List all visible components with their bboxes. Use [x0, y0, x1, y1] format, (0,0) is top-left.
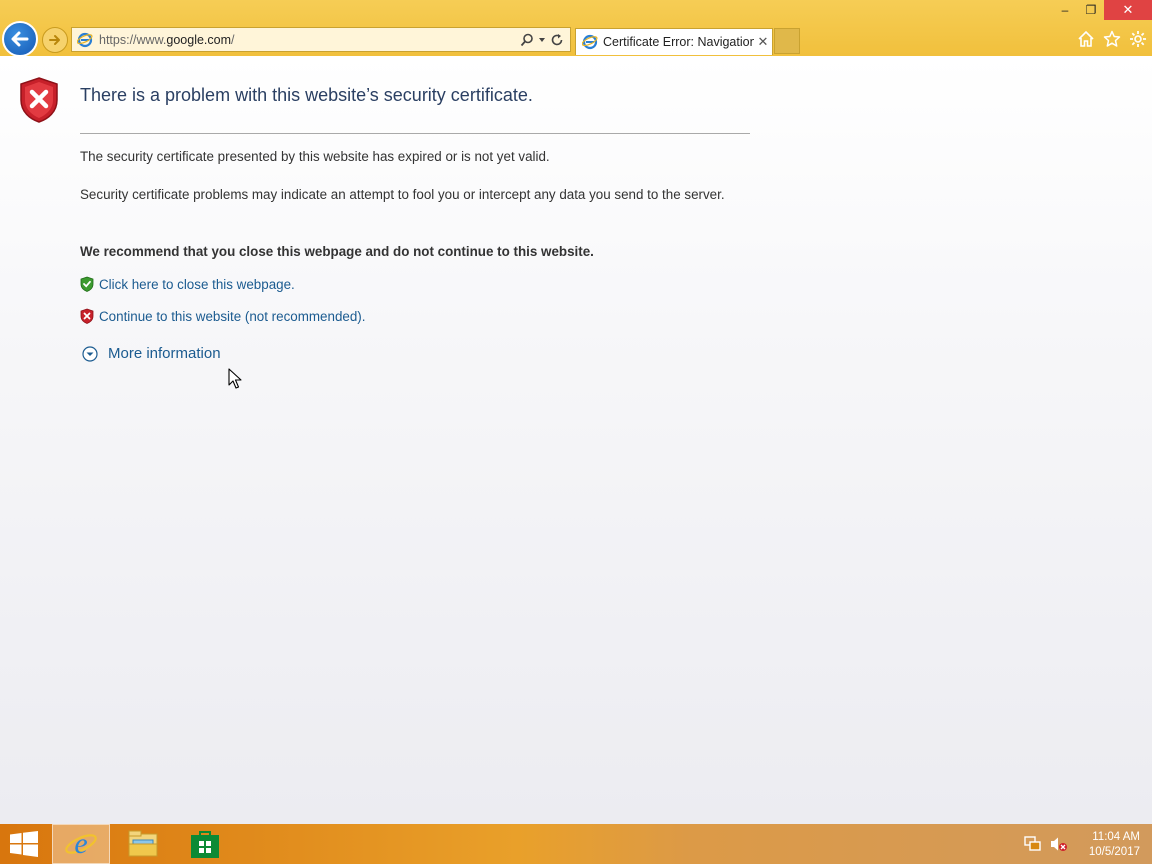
- clock-time: 11:04 AM: [1092, 831, 1140, 843]
- address-bar[interactable]: https://www.google.com/: [71, 27, 571, 52]
- home-icon[interactable]: [1076, 29, 1096, 49]
- new-tab-button[interactable]: [774, 28, 800, 54]
- ie-page-icon: [77, 32, 93, 47]
- favorites-star-icon[interactable]: [1102, 29, 1122, 49]
- system-tray: [1024, 836, 1068, 852]
- divider: [80, 133, 750, 134]
- taskbar-file-explorer[interactable]: [114, 824, 172, 864]
- windows-start-icon[interactable]: [10, 831, 38, 857]
- store-bag-icon: [191, 831, 219, 858]
- forward-button[interactable]: [42, 27, 68, 53]
- window-controls: – ❐ ✕: [1052, 0, 1152, 20]
- search-icon[interactable]: [520, 33, 534, 47]
- mouse-cursor-icon: [228, 368, 242, 389]
- arrow-left-icon: [11, 31, 29, 47]
- close-webpage-row: Click here to close this webpage.: [80, 276, 295, 292]
- restore-button[interactable]: ❐: [1078, 0, 1104, 20]
- volume-muted-icon[interactable]: [1050, 836, 1068, 852]
- browser-chrome: – ❐ ✕ https://www.google.com/ Certificat…: [0, 0, 1152, 57]
- security-warning-message: Security certificate problems may indica…: [80, 187, 725, 202]
- minimize-button[interactable]: –: [1052, 0, 1078, 20]
- taskbar: e 11:04 AM 10/5/2017: [0, 824, 1152, 864]
- url-suffix: /: [231, 32, 235, 47]
- url-domain: google.com: [166, 32, 232, 47]
- close-window-button[interactable]: ✕: [1104, 0, 1152, 20]
- svg-text:e: e: [74, 828, 87, 860]
- internet-explorer-icon: e: [65, 828, 97, 860]
- taskbar-store[interactable]: [176, 824, 234, 864]
- refresh-icon[interactable]: [550, 33, 564, 47]
- close-webpage-link[interactable]: Click here to close this webpage.: [99, 277, 295, 292]
- folder-icon: [128, 830, 158, 857]
- url-prefix: https://www.: [99, 32, 167, 47]
- page-content: There is a problem with this website’s s…: [0, 56, 1152, 824]
- shield-error-icon: [20, 77, 58, 123]
- continue-row: Continue to this website (not recommende…: [80, 308, 365, 324]
- continue-website-link[interactable]: Continue to this website (not recommende…: [99, 309, 365, 324]
- expired-message: The security certificate presented by th…: [80, 149, 550, 164]
- chevron-down-icon[interactable]: [538, 36, 546, 44]
- ie-tab-icon: [582, 34, 598, 50]
- clock[interactable]: 11:04 AM 10/5/2017: [1089, 830, 1140, 860]
- gear-icon[interactable]: [1128, 29, 1148, 49]
- back-button[interactable]: [2, 21, 38, 57]
- address-tools: [520, 33, 570, 47]
- tab-close-icon[interactable]: ✕: [754, 34, 772, 50]
- shield-x-icon: [80, 308, 94, 324]
- arrow-right-icon: [49, 35, 60, 45]
- tab-title: Certificate Error: Navigation...: [603, 35, 754, 49]
- page-title: There is a problem with this website’s s…: [80, 85, 533, 105]
- shield-check-icon: [80, 276, 94, 292]
- tab-certificate-error[interactable]: Certificate Error: Navigation... ✕: [575, 28, 773, 55]
- expand-circle-icon[interactable]: [82, 345, 98, 362]
- chrome-toolbar-right: [1076, 29, 1148, 49]
- recommendation-text: We recommend that you close this webpage…: [80, 244, 594, 259]
- taskbar-internet-explorer[interactable]: e: [52, 824, 110, 864]
- network-icon[interactable]: [1024, 836, 1042, 852]
- url-text[interactable]: https://www.google.com/: [99, 33, 520, 47]
- clock-date: 10/5/2017: [1088, 846, 1140, 858]
- more-information-row[interactable]: More information: [82, 345, 221, 362]
- more-information-link[interactable]: More information: [108, 345, 221, 362]
